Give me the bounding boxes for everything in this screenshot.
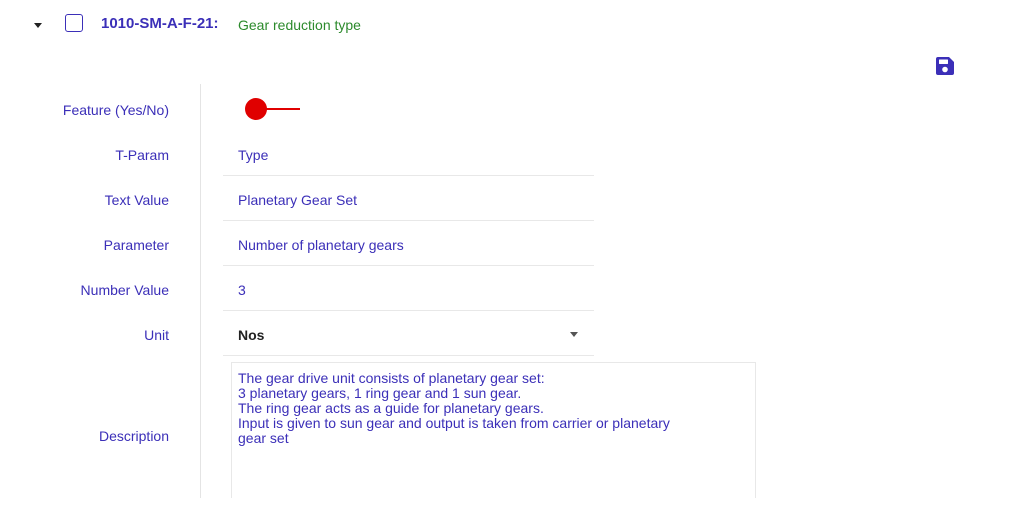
- column-divider: [200, 84, 201, 498]
- number-value-value: 3: [238, 282, 246, 298]
- t-param-value: Type: [238, 147, 269, 163]
- number-value-label: Number Value: [80, 282, 169, 298]
- description-label: Description: [98, 428, 169, 444]
- description-textarea[interactable]: The gear drive unit consists of planetar…: [231, 362, 756, 498]
- t-param-label: T-Param: [115, 147, 169, 163]
- text-value-field[interactable]: Planetary Gear Set: [223, 177, 594, 221]
- number-value-field[interactable]: 3: [223, 267, 594, 311]
- feature-code: 1010-SM-A-F-21:: [101, 15, 219, 32]
- unit-value: Nos: [238, 327, 265, 343]
- select-checkbox[interactable]: [65, 14, 83, 32]
- parameter-label: Parameter: [103, 237, 169, 253]
- unit-label: Unit: [144, 327, 169, 343]
- description-text: The gear drive unit consists of planetar…: [238, 370, 670, 446]
- feature-title: Gear reduction type: [238, 17, 361, 33]
- save-icon[interactable]: [935, 56, 955, 76]
- toggle-knob: [245, 98, 267, 120]
- dropdown-arrow-icon: [570, 332, 578, 337]
- parameter-field[interactable]: Number of planetary gears: [223, 222, 594, 266]
- parameter-value: Number of planetary gears: [238, 237, 404, 253]
- t-param-field[interactable]: Type: [223, 132, 594, 176]
- expand-caret-icon[interactable]: [34, 23, 42, 28]
- feature-toggle[interactable]: [245, 98, 300, 120]
- unit-select[interactable]: Nos: [223, 312, 594, 356]
- feature-label: Feature (Yes/No): [62, 102, 169, 118]
- text-value-label: Text Value: [104, 192, 169, 208]
- text-value-value: Planetary Gear Set: [238, 192, 358, 208]
